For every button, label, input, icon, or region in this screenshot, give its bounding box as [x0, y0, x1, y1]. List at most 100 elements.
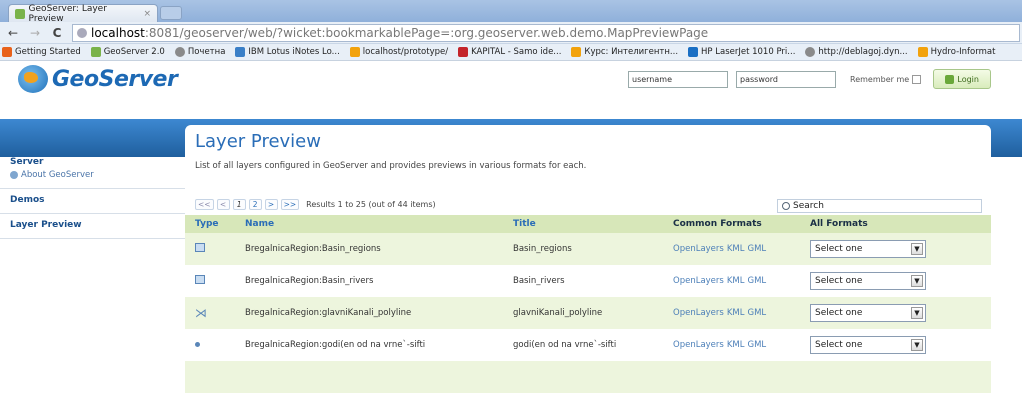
sidebar-item-layer-preview[interactable]: Layer Preview	[0, 220, 185, 230]
format-select-value: Select one	[815, 340, 863, 350]
all-formats-cell: Select one ▼	[800, 233, 991, 265]
openlayers-link[interactable]: OpenLayers	[673, 340, 724, 350]
column-header-title[interactable]: Title	[503, 215, 663, 233]
type-cell	[185, 329, 235, 361]
back-icon[interactable]: ←	[6, 26, 20, 40]
login-button[interactable]: Login	[933, 69, 992, 89]
bookmark-label: KAPITAL - Samo ide...	[471, 47, 562, 57]
common-formats-cell: OpenLayers KML GML	[663, 233, 800, 265]
all-formats-cell: Select one ▼	[800, 297, 991, 329]
bookmark-icon	[349, 47, 360, 57]
bookmark-icon	[571, 47, 582, 57]
page-icon	[77, 27, 87, 38]
bookmark-item[interactable]: GeoServer 2.0	[90, 47, 165, 57]
info-icon	[10, 171, 18, 179]
gml-link[interactable]: GML	[748, 308, 767, 318]
column-header-name[interactable]: Name	[235, 215, 503, 233]
search-icon	[782, 202, 790, 210]
all-formats-cell	[800, 361, 991, 393]
polygon-icon	[195, 243, 205, 252]
last-page-button[interactable]: >>	[280, 199, 300, 210]
openlayers-link[interactable]: OpenLayers	[673, 244, 724, 254]
format-select[interactable]: Select one ▼	[810, 240, 926, 258]
browser-tab[interactable]: GeoServer: Layer Preview ×	[8, 4, 158, 24]
sidebar-item-about[interactable]: About GeoServer	[0, 170, 185, 180]
sidebar: Server About GeoServer Demos Layer Previ…	[0, 157, 185, 245]
page-1-button[interactable]: 1	[232, 199, 246, 210]
prev-page-button[interactable]: <	[216, 199, 230, 210]
bookmark-icon	[235, 47, 246, 57]
reload-icon[interactable]: C	[50, 26, 64, 40]
password-field[interactable]	[736, 70, 836, 88]
bookmark-label: Курс: Интелигентн...	[584, 47, 679, 57]
bookmark-item[interactable]: http://deblagoj.dyn...	[805, 47, 908, 57]
globe-icon	[18, 65, 48, 93]
url-host: localhost	[91, 25, 145, 40]
new-tab-button[interactable]	[160, 6, 182, 20]
table-row	[185, 361, 991, 393]
kml-link[interactable]: KML	[727, 308, 745, 318]
login-icon	[945, 74, 955, 84]
openlayers-link[interactable]: OpenLayers	[673, 276, 724, 286]
title-cell	[503, 361, 663, 393]
format-select-value: Select one	[815, 276, 863, 286]
kml-link[interactable]: KML	[727, 244, 745, 254]
bookmark-item[interactable]: IBM Lotus iNotes Lo...	[235, 47, 340, 57]
chevron-down-icon: ▼	[911, 307, 923, 319]
name-cell: BregalnicaRegion:Basin_regions	[235, 233, 503, 265]
bookmark-label: Getting Started	[15, 47, 81, 57]
bookmark-label: http://deblagoj.dyn...	[818, 47, 908, 57]
bookmark-item[interactable]: Курс: Интелигентн...	[571, 47, 678, 57]
bookmarks-bar: Getting Started GeoServer 2.0 Почетна IB…	[0, 44, 1022, 61]
bookmark-item[interactable]: Почетна	[174, 47, 225, 57]
address-bar[interactable]: localhost:8081/geoserver/web/?wicket:boo…	[72, 23, 1020, 42]
title-cell: Basin_rivers	[503, 265, 663, 297]
bookmark-item[interactable]: Hydro-Informat	[917, 47, 996, 57]
bookmark-item[interactable]: HP LaserJet 1010 Pri...	[688, 47, 795, 57]
first-page-button[interactable]: <<	[195, 199, 214, 210]
gml-link[interactable]: GML	[748, 340, 767, 350]
geoserver-logo[interactable]: GeoServer	[18, 65, 178, 93]
format-select[interactable]: Select one ▼	[810, 272, 926, 290]
chevron-down-icon: ▼	[911, 275, 923, 287]
table-row: BregalnicaRegion:godi(en od na vrne`-sif…	[185, 329, 991, 361]
column-header-common-formats: Common Formats	[663, 215, 800, 233]
title-cell: godi(en od na vrne`-sifti	[503, 329, 663, 361]
search-label: Search	[793, 201, 824, 211]
bookmark-label: IBM Lotus iNotes Lo...	[248, 47, 340, 57]
column-header-type[interactable]: Type	[185, 215, 235, 233]
username-field[interactable]	[628, 70, 728, 88]
close-icon[interactable]: ×	[143, 9, 151, 19]
format-select[interactable]: Select one ▼	[810, 336, 926, 354]
geoserver-favicon-icon	[15, 8, 25, 19]
forward-icon[interactable]: →	[28, 26, 42, 40]
bookmark-item[interactable]: KAPITAL - Samo ide...	[458, 47, 561, 57]
bookmark-label: Hydro-Informat	[930, 47, 996, 57]
kml-link[interactable]: KML	[727, 276, 745, 286]
next-page-button[interactable]: >	[264, 199, 278, 210]
kml-link[interactable]: KML	[727, 340, 745, 350]
logo-text: GeoServer	[52, 66, 178, 92]
divider	[0, 238, 185, 239]
common-formats-cell: OpenLayers KML GML	[663, 329, 800, 361]
bookmark-item[interactable]: Getting Started	[2, 47, 81, 57]
divider	[0, 213, 185, 214]
gml-link[interactable]: GML	[748, 276, 767, 286]
search-input[interactable]: Search	[777, 199, 982, 213]
sidebar-item-demos[interactable]: Demos	[0, 195, 185, 205]
format-select[interactable]: Select one ▼	[810, 304, 926, 322]
bookmark-icon	[688, 47, 699, 57]
sidebar-item-server[interactable]: Server	[0, 157, 185, 167]
remember-me-checkbox[interactable]	[912, 74, 922, 84]
common-formats-cell	[663, 361, 800, 393]
table-row: BregalnicaRegion:Basin_regions Basin_reg…	[185, 233, 991, 265]
bookmark-label: localhost/prototype/	[362, 47, 449, 57]
bookmark-icon	[805, 47, 816, 57]
login-label: Login	[957, 74, 979, 84]
page-2-button[interactable]: 2	[248, 199, 262, 210]
divider	[0, 188, 185, 189]
gml-link[interactable]: GML	[748, 244, 767, 254]
openlayers-link[interactable]: OpenLayers	[673, 308, 724, 318]
results-count: Results 1 to 25 (out of 44 items)	[306, 200, 436, 209]
bookmark-item[interactable]: localhost/prototype/	[349, 47, 449, 57]
